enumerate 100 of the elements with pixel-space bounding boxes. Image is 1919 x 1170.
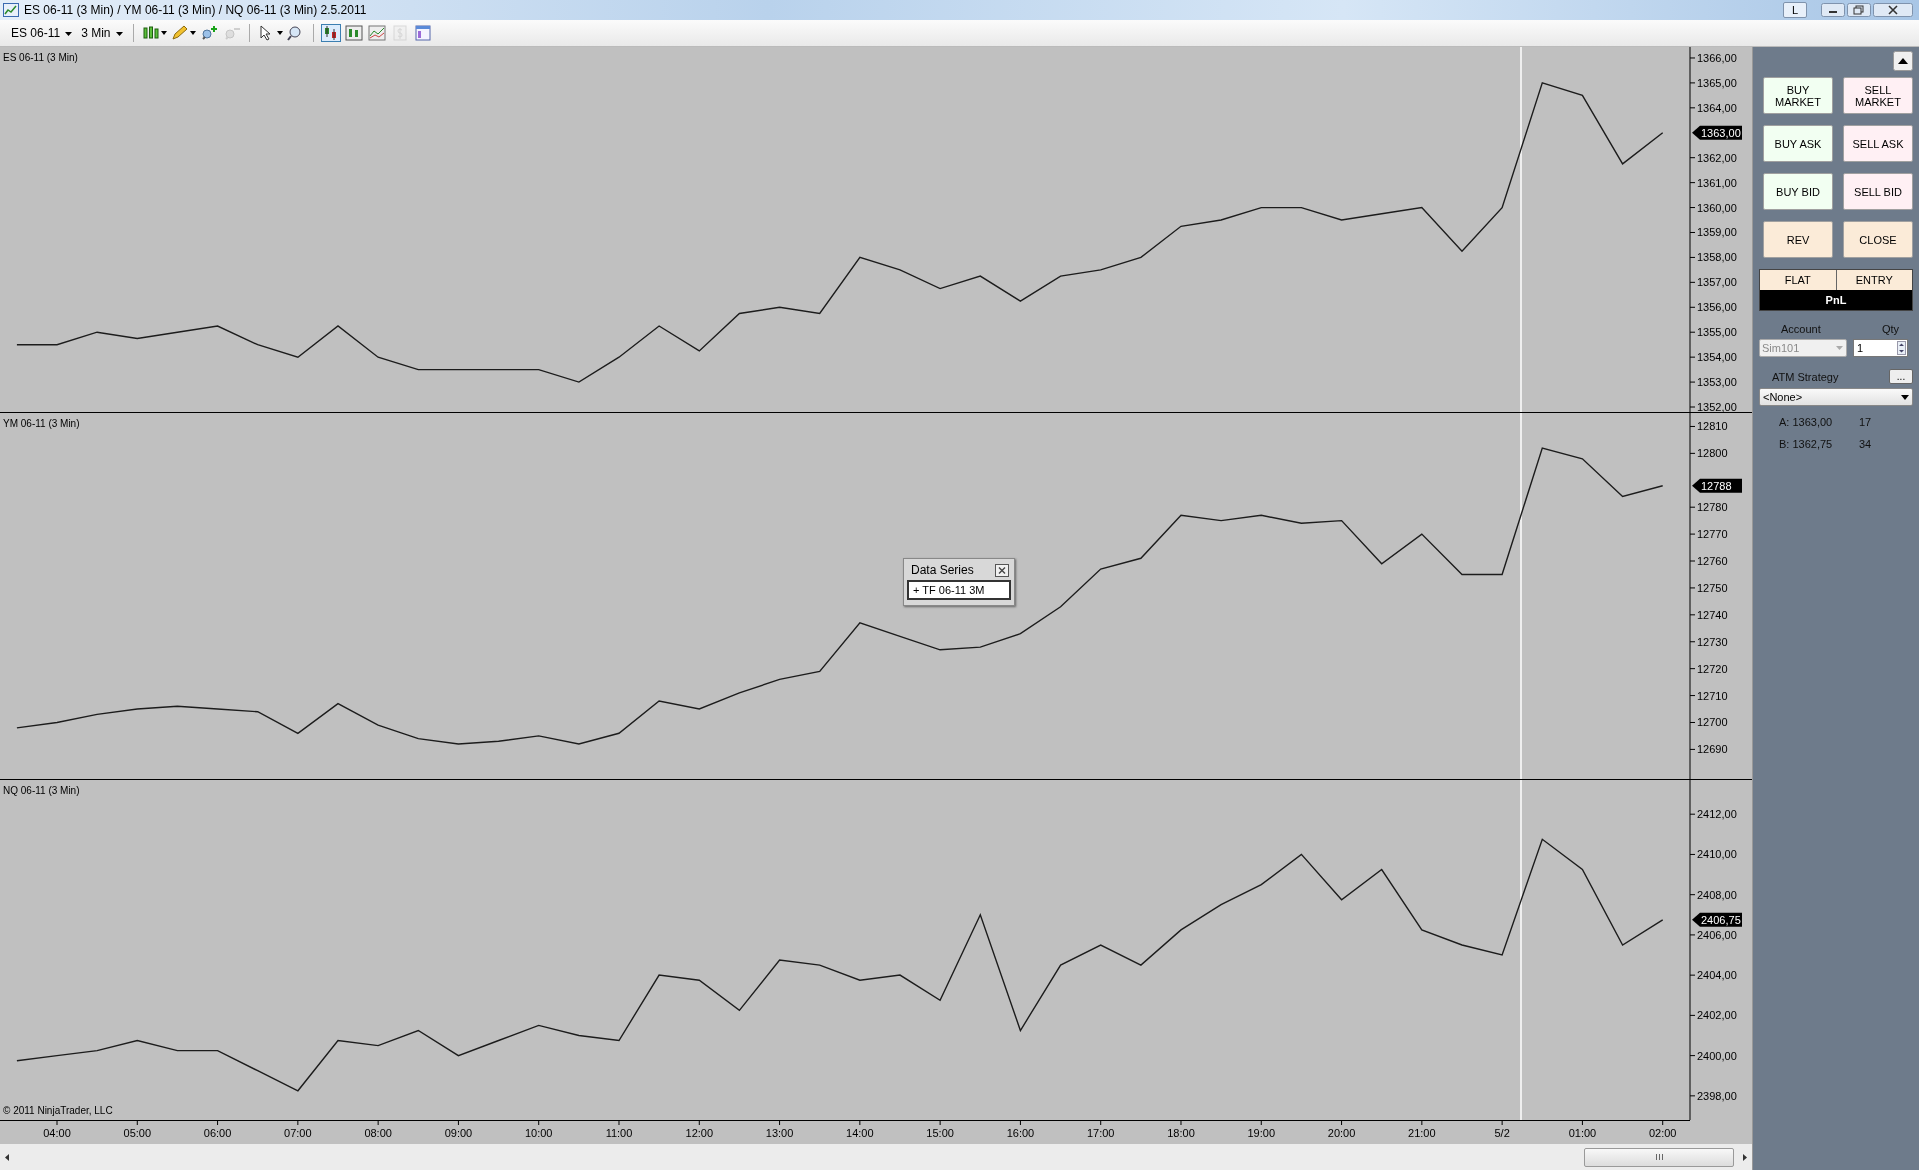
order-button[interactable]: REV <box>1763 221 1833 258</box>
atm-settings-button[interactable]: ... <box>1889 369 1913 384</box>
account-label: Account <box>1781 323 1821 335</box>
order-button[interactable]: CLOSE <box>1843 221 1913 258</box>
axis-label: 2412,00 <box>1697 808 1737 821</box>
layout-button[interactable]: L <box>1782 2 1807 18</box>
copyright-text: © 2011 NinjaTrader, LLC <box>3 1105 113 1116</box>
axis-label: 1352,00 <box>1697 401 1737 412</box>
horizontal-scrollbar[interactable] <box>0 1144 1752 1170</box>
axis-label: 1356,00 <box>1697 301 1737 314</box>
axis-label: 13:00 <box>765 1127 794 1139</box>
data-series-icon[interactable] <box>320 24 341 42</box>
axis-label: 15:00 <box>926 1127 954 1139</box>
order-button[interactable]: SELL MARKET <box>1843 77 1913 114</box>
order-button[interactable]: SELL ASK <box>1843 125 1913 162</box>
caret-icon <box>1901 394 1909 400</box>
quote-price: A: 1363,00 <box>1779 416 1834 428</box>
axis-label: 2400,00 <box>1697 1049 1737 1062</box>
atm-strategy-label: ATM Strategy <box>1772 370 1839 383</box>
quote-price: B: 1362,75 <box>1779 438 1834 450</box>
axis-label: 2410,00 <box>1697 848 1737 861</box>
instrument-dropdown[interactable]: ES 06-11 <box>8 25 76 41</box>
caret-icon <box>65 31 73 36</box>
qty-spinner[interactable]: 1 <box>1853 339 1908 357</box>
quote-size: 17 <box>1859 416 1872 428</box>
axis-label: 12740 <box>1697 608 1728 621</box>
minimize-icon[interactable] <box>1821 3 1845 17</box>
caret-icon <box>115 31 123 36</box>
axis-label: 1365,00 <box>1697 76 1737 89</box>
axis-label: 12750 <box>1697 581 1728 594</box>
axis-label: 19:00 <box>1247 1127 1276 1139</box>
caret-icon[interactable] <box>160 31 167 35</box>
chart-title: NQ 06-11 (3 Min) <box>3 785 80 796</box>
window-title: ES 06-11 (3 Min) / YM 06-11 (3 Min) / NQ 06-11 (3 Min) 2.5.2011 <box>24 3 367 17</box>
axis-label: 04:00 <box>43 1127 71 1139</box>
caret-icon <box>1836 346 1846 350</box>
axis-label: 2408,00 <box>1697 888 1737 901</box>
axis-label: 12710 <box>1697 689 1728 702</box>
axis-label: 1353,00 <box>1697 376 1737 389</box>
scroll-right-icon[interactable] <box>1743 1153 1747 1161</box>
axis-label: 5/2 <box>1494 1127 1510 1139</box>
bars-icon[interactable] <box>140 24 161 42</box>
indicators-icon[interactable] <box>343 24 364 42</box>
axis-label: 1357,00 <box>1697 276 1737 289</box>
axis-label: 12:00 <box>685 1127 714 1139</box>
interval-dropdown[interactable]: 3 Min <box>78 25 126 41</box>
close-icon[interactable] <box>1873 3 1913 17</box>
collapse-up-icon[interactable] <box>1893 51 1913 71</box>
axis-label: 1366,00 <box>1697 51 1737 64</box>
axis-label: 1362,00 <box>1697 151 1737 164</box>
pencil-icon[interactable] <box>169 24 190 42</box>
axis-label: 12770 <box>1697 528 1728 541</box>
close-icon[interactable] <box>995 563 1009 577</box>
data-series-item[interactable]: + TF 06-11 3M <box>907 580 1011 600</box>
axis-label: 05:00 <box>123 1127 152 1139</box>
axis-label: 12700 <box>1697 716 1728 729</box>
scroll-thumb[interactable] <box>1584 1147 1734 1167</box>
order-button[interactable]: BUY BID <box>1763 173 1833 210</box>
chart-app-icon <box>3 3 19 17</box>
axis-label: 11:00 <box>605 1127 633 1139</box>
axis-label: 09:00 <box>444 1127 473 1139</box>
popup-title: Data Series <box>911 563 974 577</box>
axis-label: 12720 <box>1697 662 1728 675</box>
axis-label: 18:00 <box>1167 1127 1195 1139</box>
restore-icon[interactable] <box>1847 3 1871 17</box>
axis-label: 12810 <box>1697 420 1728 433</box>
order-button[interactable]: SELL BID <box>1843 173 1913 210</box>
axis-label: 1360,00 <box>1697 201 1737 214</box>
order-button[interactable]: BUY ASK <box>1763 125 1833 162</box>
chart-title: ES 06-11 (3 Min) <box>3 52 78 63</box>
axis-label: 10:00 <box>524 1127 553 1139</box>
caret-icon[interactable] <box>189 31 196 35</box>
position-status: FLAT <box>1783 273 1812 288</box>
axis-label: 12760 <box>1697 555 1728 567</box>
axis-label: 12730 <box>1697 635 1728 648</box>
axis-label: 1358,00 <box>1697 251 1737 264</box>
axis-label: 08:00 <box>364 1127 392 1139</box>
axis-label: 2398,00 <box>1697 1089 1737 1102</box>
scroll-left-icon[interactable] <box>5 1153 9 1161</box>
axis-label: 1364,00 <box>1697 101 1737 114</box>
axis-label: 20:00 <box>1327 1127 1356 1139</box>
properties-icon[interactable] <box>412 24 433 42</box>
chart-title: YM 06-11 (3 Min) <box>3 418 80 429</box>
atm-strategy-dropdown[interactable]: <None> <box>1759 388 1913 406</box>
axis-label: 1355,00 <box>1697 326 1737 339</box>
qty-label: Qty <box>1881 323 1899 335</box>
axis-label: 14:00 <box>846 1127 874 1139</box>
axis-label: 2404,00 <box>1697 969 1737 982</box>
axis-label: 01:00 <box>1568 1127 1597 1139</box>
axis-label: 16:00 <box>1006 1127 1035 1139</box>
axis-label: 17:00 <box>1086 1127 1115 1139</box>
axis-label: 12690 <box>1697 743 1728 756</box>
order-button[interactable]: BUY MARKET <box>1763 77 1833 114</box>
axis-label: 12780 <box>1697 501 1728 514</box>
caret-icon[interactable] <box>276 31 283 35</box>
axis-label: 12800 <box>1697 447 1728 460</box>
axis-label: 1361,00 <box>1697 176 1737 189</box>
axis-label: 07:00 <box>284 1127 312 1139</box>
axis-label: 1354,00 <box>1697 351 1737 364</box>
strategies-icon[interactable] <box>366 24 387 42</box>
